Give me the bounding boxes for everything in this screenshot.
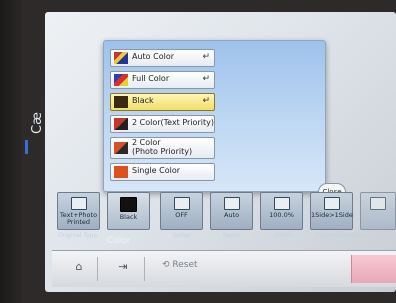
option-label: Auto Color xyxy=(132,52,175,61)
tile-sorter[interactable]: OFF xyxy=(160,192,203,230)
logout-icon[interactable]: ⇥ xyxy=(114,260,132,278)
paper-icon xyxy=(223,197,240,210)
start-button[interactable] xyxy=(351,255,396,283)
bottom-bar: ⌂ ⇥ ⟲ Reset xyxy=(52,250,396,287)
black-color-icon xyxy=(120,197,137,212)
extra-icon xyxy=(370,197,386,210)
tile-label: Auto xyxy=(223,211,240,219)
enter-icon: ↵ xyxy=(202,74,210,84)
option-two-color-text[interactable]: 2 Color(Text Priority) xyxy=(110,115,215,133)
option-label: Single Color xyxy=(132,166,181,175)
tile-color[interactable]: Black xyxy=(107,192,150,230)
tile-caption-zoom: Zoom xyxy=(275,232,293,239)
reset-icon: ⟲ xyxy=(162,260,170,270)
tile-original-type[interactable]: Text+Photo Printed xyxy=(57,192,100,230)
option-label: 2 Color(Text Priority) xyxy=(132,118,214,127)
auto-color-icon xyxy=(114,52,128,64)
reset-label: Reset xyxy=(172,260,198,270)
home-icon[interactable]: ⌂ xyxy=(70,260,88,278)
two-color-photo-icon xyxy=(114,142,128,154)
option-auto-color[interactable]: Auto Color ↵ xyxy=(110,49,215,67)
sorter-icon xyxy=(173,197,190,210)
tile-caption-duplex: Duplex/Combine xyxy=(315,232,365,239)
tile-extra[interactable] xyxy=(360,192,396,230)
option-black[interactable]: Black ↵ xyxy=(110,93,215,111)
reset-button[interactable]: ⟲ Reset xyxy=(162,260,222,278)
divider xyxy=(144,257,145,281)
tile-label: 1Side>1Side xyxy=(311,211,353,219)
tile-caption-original-type: Original Type xyxy=(58,232,98,239)
enter-icon: ↵ xyxy=(202,52,210,62)
function-tile-row: Text+Photo Printed Black OFF Auto 100.0%… xyxy=(52,192,396,234)
black-swatch-icon xyxy=(114,96,128,108)
tile-label: OFF xyxy=(175,211,188,219)
document-icon xyxy=(70,197,87,210)
tile-caption-color: Color xyxy=(107,236,131,246)
color-mode-dialog: Auto Color ↵ Full Color ↵ Black ↵ 2 Colo… xyxy=(103,40,326,192)
side-label: Cæ xyxy=(30,112,45,134)
tile-caption-paper: Paper xyxy=(223,232,240,239)
tile-label: 100.0% xyxy=(269,211,294,219)
tile-label: Text+Photo Printed xyxy=(59,211,98,226)
tile-duplex[interactable]: 1Side>1Side xyxy=(310,192,353,230)
single-color-icon xyxy=(114,166,128,178)
divider xyxy=(97,257,98,281)
zoom-icon xyxy=(273,197,290,210)
enter-icon: ↵ xyxy=(202,96,210,106)
tile-caption-sorter: Sorter xyxy=(173,232,192,239)
device-bezel xyxy=(0,0,22,303)
tile-label: Black xyxy=(119,213,138,221)
side-indicator xyxy=(25,140,28,154)
option-full-color[interactable]: Full Color ↵ xyxy=(110,71,215,89)
full-color-icon xyxy=(114,74,128,86)
option-label: Black xyxy=(132,96,154,105)
tile-paper[interactable]: Auto xyxy=(210,192,253,230)
option-single-color[interactable]: Single Color xyxy=(110,163,215,181)
option-label: 2 Color (Photo Priority) xyxy=(132,138,193,156)
two-color-text-icon xyxy=(114,118,128,130)
duplex-icon xyxy=(323,197,340,210)
option-two-color-photo[interactable]: 2 Color (Photo Priority) xyxy=(110,137,215,159)
option-label: Full Color xyxy=(132,74,170,83)
tile-zoom[interactable]: 100.0% xyxy=(260,192,303,230)
